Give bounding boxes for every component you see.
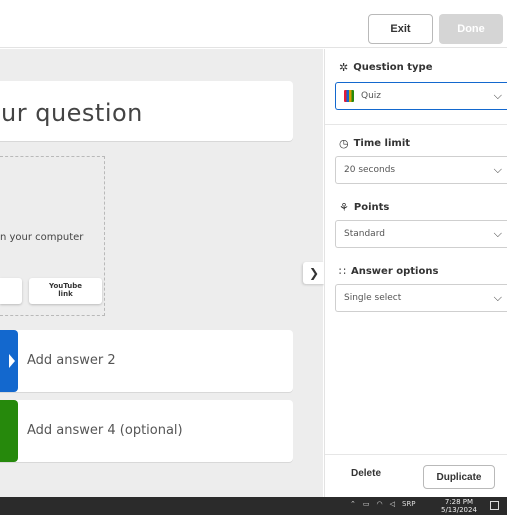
clock-icon: ◷ — [339, 137, 349, 150]
answer-4-field[interactable]: Add answer 4 (optional) — [0, 400, 293, 462]
medal-icon: ⚘ — [339, 201, 349, 214]
settings-sidebar: ✲ Question type Quiz ⌵ ◷ Time limit 20 s… — [324, 49, 507, 497]
notification-icon[interactable] — [490, 501, 499, 510]
answer-2-color-bar — [0, 330, 18, 392]
battery-icon[interactable]: ▭ — [363, 500, 370, 508]
answer-options-heading: ∷ Answer options — [339, 265, 438, 278]
chevron-down-icon: ⌵ — [493, 227, 502, 240]
answer-options-label: Answer options — [351, 266, 439, 277]
language-indicator[interactable]: SRP — [402, 500, 416, 508]
clock-time: 7:28 PM — [444, 498, 474, 506]
chevron-down-icon: ⌵ — [493, 291, 502, 304]
footer-divider — [325, 454, 507, 455]
clock-date: 5/13/2024 — [441, 506, 477, 514]
question-type-value: Quiz — [361, 91, 382, 101]
chevron-up-icon[interactable]: ⌃ — [350, 500, 356, 508]
clock[interactable]: 7:28 PM 5/13/2024 — [441, 498, 477, 514]
system-tray: ⌃ ▭ ◠ ◁ SRP — [350, 500, 416, 508]
answer-2-field[interactable]: Add answer 2 — [0, 330, 293, 392]
wifi-icon[interactable]: ◠ — [377, 500, 383, 508]
time-limit-heading: ◷ Time limit — [339, 137, 410, 150]
question-type-select[interactable]: Quiz ⌵ — [335, 82, 507, 110]
media-upload-hint: n your computer — [0, 232, 84, 243]
collapse-sidebar-button[interactable]: ❯ — [303, 262, 325, 284]
answer-2-placeholder: Add answer 2 — [27, 353, 116, 368]
points-heading: ⚘ Points — [339, 201, 389, 214]
answer-options-select[interactable]: Single select ⌵ — [335, 284, 507, 312]
question-placeholder: ur question — [1, 99, 143, 127]
chevron-down-icon: ⌵ — [493, 89, 502, 102]
divider — [325, 124, 507, 125]
volume-icon[interactable]: ◁ — [390, 500, 395, 508]
question-type-heading: ✲ Question type — [339, 61, 433, 74]
top-bar: Exit Done — [0, 0, 507, 48]
points-label: Points — [353, 202, 390, 213]
answer-4-placeholder: Add answer 4 (optional) — [27, 423, 183, 438]
answer-options-value: Single select — [344, 293, 402, 303]
chevron-down-icon: ⌵ — [493, 163, 502, 176]
editor-canvas: ur question n your computer YouTube link… — [0, 49, 323, 497]
youtube-label-line1: YouTube — [49, 282, 82, 290]
time-limit-value: 20 seconds — [344, 165, 396, 175]
duplicate-button[interactable]: Duplicate — [423, 465, 495, 489]
youtube-label-line2: link — [58, 290, 73, 298]
time-limit-select[interactable]: 20 seconds ⌵ — [335, 156, 507, 184]
youtube-link-button[interactable]: YouTube link — [29, 278, 102, 304]
question-input[interactable]: ur question — [0, 81, 293, 141]
time-limit-label: Time limit — [353, 138, 411, 149]
question-type-label: Question type — [353, 62, 433, 73]
points-select[interactable]: Standard ⌵ — [335, 220, 507, 248]
chevron-right-icon: ❯ — [308, 266, 320, 280]
os-taskbar: ⌃ ▭ ◠ ◁ SRP 7:28 PM 5/13/2024 — [0, 497, 507, 515]
done-button[interactable]: Done — [439, 14, 503, 44]
media-upload-button[interactable] — [0, 278, 22, 304]
dots-grid-icon: ∷ — [339, 265, 346, 278]
points-value: Standard — [344, 229, 385, 239]
quiz-icon — [344, 90, 354, 102]
delete-button[interactable]: Delete — [351, 468, 381, 479]
shapes-icon: ✲ — [339, 61, 349, 74]
exit-button[interactable]: Exit — [368, 14, 433, 44]
answer-4-color-bar — [0, 400, 18, 462]
